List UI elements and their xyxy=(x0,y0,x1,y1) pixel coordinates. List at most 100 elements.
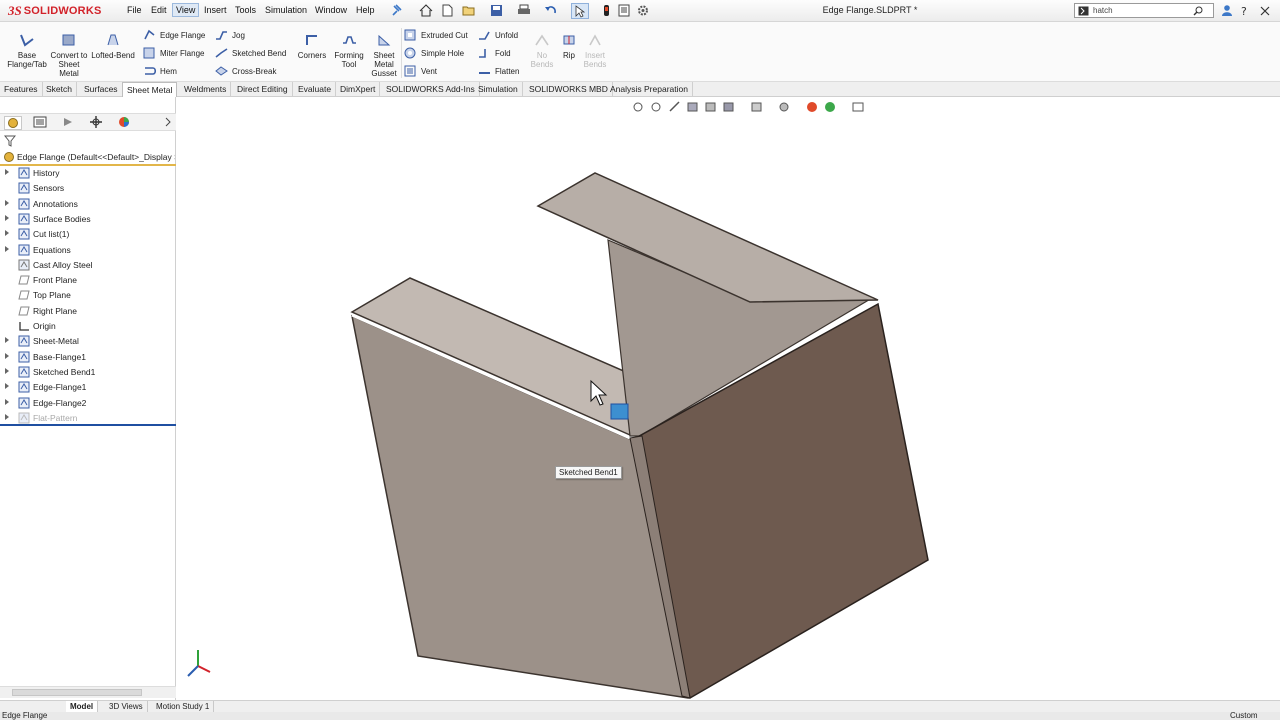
no-bends-button[interactable]: No Bends xyxy=(530,33,554,69)
expand-arrow-icon[interactable] xyxy=(5,352,9,359)
open-folder-icon[interactable] xyxy=(462,4,476,17)
menu-help[interactable]: Help xyxy=(356,5,375,15)
menu-tools[interactable]: Tools xyxy=(235,5,256,15)
rebuild-icon[interactable] xyxy=(600,4,614,17)
tree-item-history[interactable]: History xyxy=(0,166,176,181)
unfold-button[interactable]: Unfold xyxy=(478,28,518,42)
expand-arrow-icon[interactable] xyxy=(5,245,9,252)
tab-solidworks-mbd[interactable]: SOLIDWORKS MBD xyxy=(525,82,613,97)
user-icon[interactable] xyxy=(1220,4,1234,17)
select-button[interactable] xyxy=(571,3,589,19)
chevron-right-icon[interactable] xyxy=(164,117,172,127)
fold-button[interactable]: Fold xyxy=(478,46,511,60)
expand-arrow-icon[interactable] xyxy=(5,169,9,175)
convert-to-sheet-metal-button[interactable]: Convert to Sheet Metal xyxy=(50,33,88,78)
tree-item-edge-flange1[interactable]: Edge-Flange1 xyxy=(0,380,176,395)
tree-item-cast-alloy-steel[interactable]: Cast Alloy Steel xyxy=(0,258,176,273)
expand-arrow-icon[interactable] xyxy=(5,398,9,405)
forming-tool-button[interactable]: Forming Tool xyxy=(332,33,366,69)
menu-edit[interactable]: Edit xyxy=(151,5,167,15)
search-box[interactable]: hatch xyxy=(1074,3,1214,18)
tree-item-equations[interactable]: Equations xyxy=(0,243,176,258)
tree-item-cut-list-1[interactable]: Cut list(1) xyxy=(0,227,176,242)
base-flange-button[interactable]: Base Flange/Tab xyxy=(6,33,48,69)
home-icon[interactable] xyxy=(419,4,433,17)
status-units[interactable]: Custom xyxy=(1230,711,1258,720)
expand-arrow-icon[interactable] xyxy=(5,337,9,344)
tree-item-base-flange1[interactable]: Base-Flange1 xyxy=(0,350,176,365)
tab-dimxpert[interactable]: DimXpert xyxy=(336,82,381,97)
cross-break-button[interactable]: Cross-Break xyxy=(215,64,276,78)
search-icon[interactable] xyxy=(1193,6,1204,16)
tab-solidworks-add-ins[interactable]: SOLIDWORKS Add-Ins xyxy=(382,82,480,97)
hem-button[interactable]: Hem xyxy=(143,64,177,78)
vent-button[interactable]: Vent xyxy=(404,64,437,78)
tree-item-sensors[interactable]: Sensors xyxy=(0,181,176,196)
tree-item-edge-flange2[interactable]: Edge-Flange2 xyxy=(0,396,176,411)
options-gear-icon[interactable] xyxy=(636,4,650,17)
flatten-button[interactable]: Flatten xyxy=(478,64,519,78)
help-icon[interactable]: ? xyxy=(1238,4,1252,17)
insert-bends-button[interactable]: Insert Bends xyxy=(580,33,610,69)
menu-window[interactable]: Window xyxy=(315,5,347,15)
expand-arrow-icon[interactable] xyxy=(5,214,9,221)
graphics-area[interactable] xyxy=(177,97,1280,700)
tab-sheet-metal[interactable]: Sheet Metal xyxy=(122,82,178,97)
edge-flange-button[interactable]: Edge Flange xyxy=(143,28,205,42)
extruded-cut-button[interactable]: Extruded Cut xyxy=(404,28,468,42)
tab-display-manager[interactable] xyxy=(116,116,134,130)
print-icon[interactable] xyxy=(517,4,531,17)
undo-icon[interactable] xyxy=(544,4,558,17)
tab-feature-manager[interactable] xyxy=(4,116,22,130)
filter-icon[interactable] xyxy=(4,135,16,147)
selection-handle[interactable] xyxy=(610,403,629,420)
simple-hole-button[interactable]: Simple Hole xyxy=(404,46,464,60)
tree-item-sheet-metal[interactable]: Sheet-Metal xyxy=(0,334,176,349)
search-input[interactable]: hatch xyxy=(1093,6,1113,15)
pin-icon[interactable] xyxy=(390,4,404,17)
expand-arrow-icon[interactable] xyxy=(5,413,9,420)
tab-evaluate[interactable]: Evaluate xyxy=(294,82,337,97)
jog-button[interactable]: Jog xyxy=(215,28,245,42)
expand-arrow-icon[interactable] xyxy=(5,199,9,206)
corners-button[interactable]: Corners xyxy=(296,33,328,60)
tab-features[interactable]: Features xyxy=(0,82,43,97)
tree-item-right-plane[interactable]: Right Plane xyxy=(0,304,176,319)
new-document-icon[interactable] xyxy=(440,4,454,17)
tab-sketch[interactable]: Sketch xyxy=(42,82,77,97)
scrollbar-thumb[interactable] xyxy=(12,689,142,696)
menu-view[interactable]: View xyxy=(172,3,200,17)
solidworks-logo[interactable]: 3S SOLIDWORKS xyxy=(8,3,102,19)
tree-item-sketched-bend1[interactable]: Sketched Bend1 xyxy=(0,365,176,380)
part-root-row[interactable]: Edge Flange (Default<<Default>_Display S xyxy=(0,150,176,164)
menu-file[interactable]: File xyxy=(127,5,142,15)
miter-flange-button[interactable]: Miter Flange xyxy=(143,46,204,60)
tree-item-surface-bodies[interactable]: Surface Bodies xyxy=(0,212,176,227)
sketched-bend-button[interactable]: Sketched Bend xyxy=(215,46,286,60)
part-model[interactable] xyxy=(177,97,1280,700)
rollback-bar[interactable] xyxy=(0,424,176,426)
window-close-icon[interactable] xyxy=(1258,4,1272,17)
tab-surfaces[interactable]: Surfaces xyxy=(80,82,123,97)
tab-analysis-preparation[interactable]: Analysis Preparation xyxy=(606,82,693,97)
tab-weldments[interactable]: Weldments xyxy=(180,82,232,97)
tree-item-annotations[interactable]: Annotations xyxy=(0,197,176,212)
tab-property-manager[interactable] xyxy=(32,116,50,130)
expand-arrow-icon[interactable] xyxy=(5,383,9,390)
expand-arrow-icon[interactable] xyxy=(5,367,9,374)
tree-item-top-plane[interactable]: Top Plane xyxy=(0,288,176,303)
panel-horizontal-scrollbar[interactable] xyxy=(0,686,176,698)
menu-simulation[interactable]: Simulation xyxy=(265,5,307,15)
tab-simulation[interactable]: Simulation xyxy=(474,82,523,97)
tab-configuration-manager[interactable] xyxy=(60,116,78,130)
file-properties-icon[interactable] xyxy=(617,4,631,17)
expand-arrow-icon[interactable] xyxy=(5,230,9,237)
tree-item-origin[interactable]: Origin xyxy=(0,319,176,334)
gusset-button[interactable]: Sheet Metal Gusset xyxy=(368,33,400,78)
tree-item-front-plane[interactable]: Front Plane xyxy=(0,273,176,288)
tab-dimxpert-manager[interactable] xyxy=(88,116,106,130)
menu-insert[interactable]: Insert xyxy=(204,5,227,15)
tab-direct-editing[interactable]: Direct Editing xyxy=(233,82,293,97)
lofted-bend-button[interactable]: Lofted-Bend xyxy=(90,33,136,60)
rip-button[interactable]: Rip xyxy=(558,33,580,60)
